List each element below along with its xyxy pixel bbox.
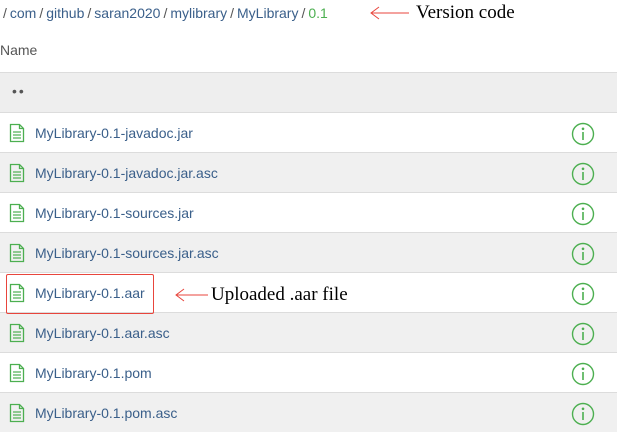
file-link[interactable]: MyLibrary-0.1.pom.asc	[35, 393, 177, 433]
breadcrumb-separator: /	[3, 5, 7, 21]
file-icon	[9, 403, 25, 423]
info-icon[interactable]	[571, 202, 595, 226]
file-link[interactable]: MyLibrary-0.1-javadoc.jar	[35, 113, 193, 153]
file-link[interactable]: MyLibrary-0.1.pom	[35, 353, 152, 393]
file-row[interactable]: MyLibrary-0.1-javadoc.jar	[0, 112, 617, 152]
breadcrumb-separator: /	[39, 5, 44, 21]
breadcrumb-item-mylibrary[interactable]: mylibrary	[170, 5, 227, 21]
breadcrumb-separator: /	[230, 5, 235, 21]
breadcrumb-item-github[interactable]: github	[46, 5, 84, 21]
file-table: •• MyLibrary-0.1-javadoc.jar MyLibrary-0.…	[0, 72, 617, 432]
breadcrumb-item-MyLibrary[interactable]: MyLibrary	[237, 5, 298, 21]
file-icon	[9, 363, 25, 383]
info-icon[interactable]	[571, 322, 595, 346]
breadcrumb-separator: /	[87, 5, 92, 21]
version-annotation-label: Version code	[416, 2, 515, 23]
file-row[interactable]: MyLibrary-0.1.aar.asc	[0, 312, 617, 352]
file-icon	[9, 243, 25, 263]
file-rows: MyLibrary-0.1-javadoc.jar MyLibrary-0.1-j…	[0, 112, 617, 432]
file-row[interactable]: MyLibrary-0.1-sources.jar	[0, 192, 617, 232]
file-link[interactable]: MyLibrary-0.1-javadoc.jar.asc	[35, 153, 218, 193]
parent-directory-row[interactable]: ••	[0, 72, 617, 112]
breadcrumb-current-version: 0.1	[308, 5, 328, 21]
breadcrumb: / com / github / saran2020/mylibrary / MyLibrar…	[0, 0, 328, 26]
upload-annotation-label: Uploaded .aar file	[211, 284, 348, 305]
breadcrumb-item-com[interactable]: com	[10, 5, 36, 21]
file-icon	[9, 163, 25, 183]
info-icon[interactable]	[571, 402, 595, 426]
version-annotation-arrow-icon	[370, 6, 409, 20]
info-icon[interactable]	[571, 362, 595, 386]
info-icon[interactable]	[571, 242, 595, 266]
info-icon[interactable]	[571, 162, 595, 186]
file-row[interactable]: MyLibrary-0.1-sources.jar.asc	[0, 232, 617, 272]
breadcrumb-separator: /	[301, 5, 306, 21]
name-column-header[interactable]: Name	[0, 42, 37, 58]
file-row[interactable]: MyLibrary-0.1.pom.asc	[0, 392, 617, 432]
file-link[interactable]: MyLibrary-0.1-sources.jar	[35, 193, 194, 233]
file-icon	[9, 123, 25, 143]
breadcrumb-separator: /	[163, 5, 168, 21]
file-row[interactable]: MyLibrary-0.1.pom	[0, 352, 617, 392]
info-icon[interactable]	[571, 122, 595, 146]
aar-file-highlight	[6, 274, 154, 314]
breadcrumb-item-saran2020[interactable]: saran2020	[94, 5, 160, 21]
upload-annotation-arrow-icon	[175, 288, 208, 302]
file-row[interactable]: MyLibrary-0.1-javadoc.jar.asc	[0, 152, 617, 192]
file-link[interactable]: MyLibrary-0.1-sources.jar.asc	[35, 233, 219, 273]
parent-directory-link[interactable]: ••	[12, 83, 26, 99]
file-link[interactable]: MyLibrary-0.1.aar.asc	[35, 313, 170, 353]
file-icon	[9, 323, 25, 343]
file-icon	[9, 203, 25, 223]
info-icon[interactable]	[571, 282, 595, 306]
